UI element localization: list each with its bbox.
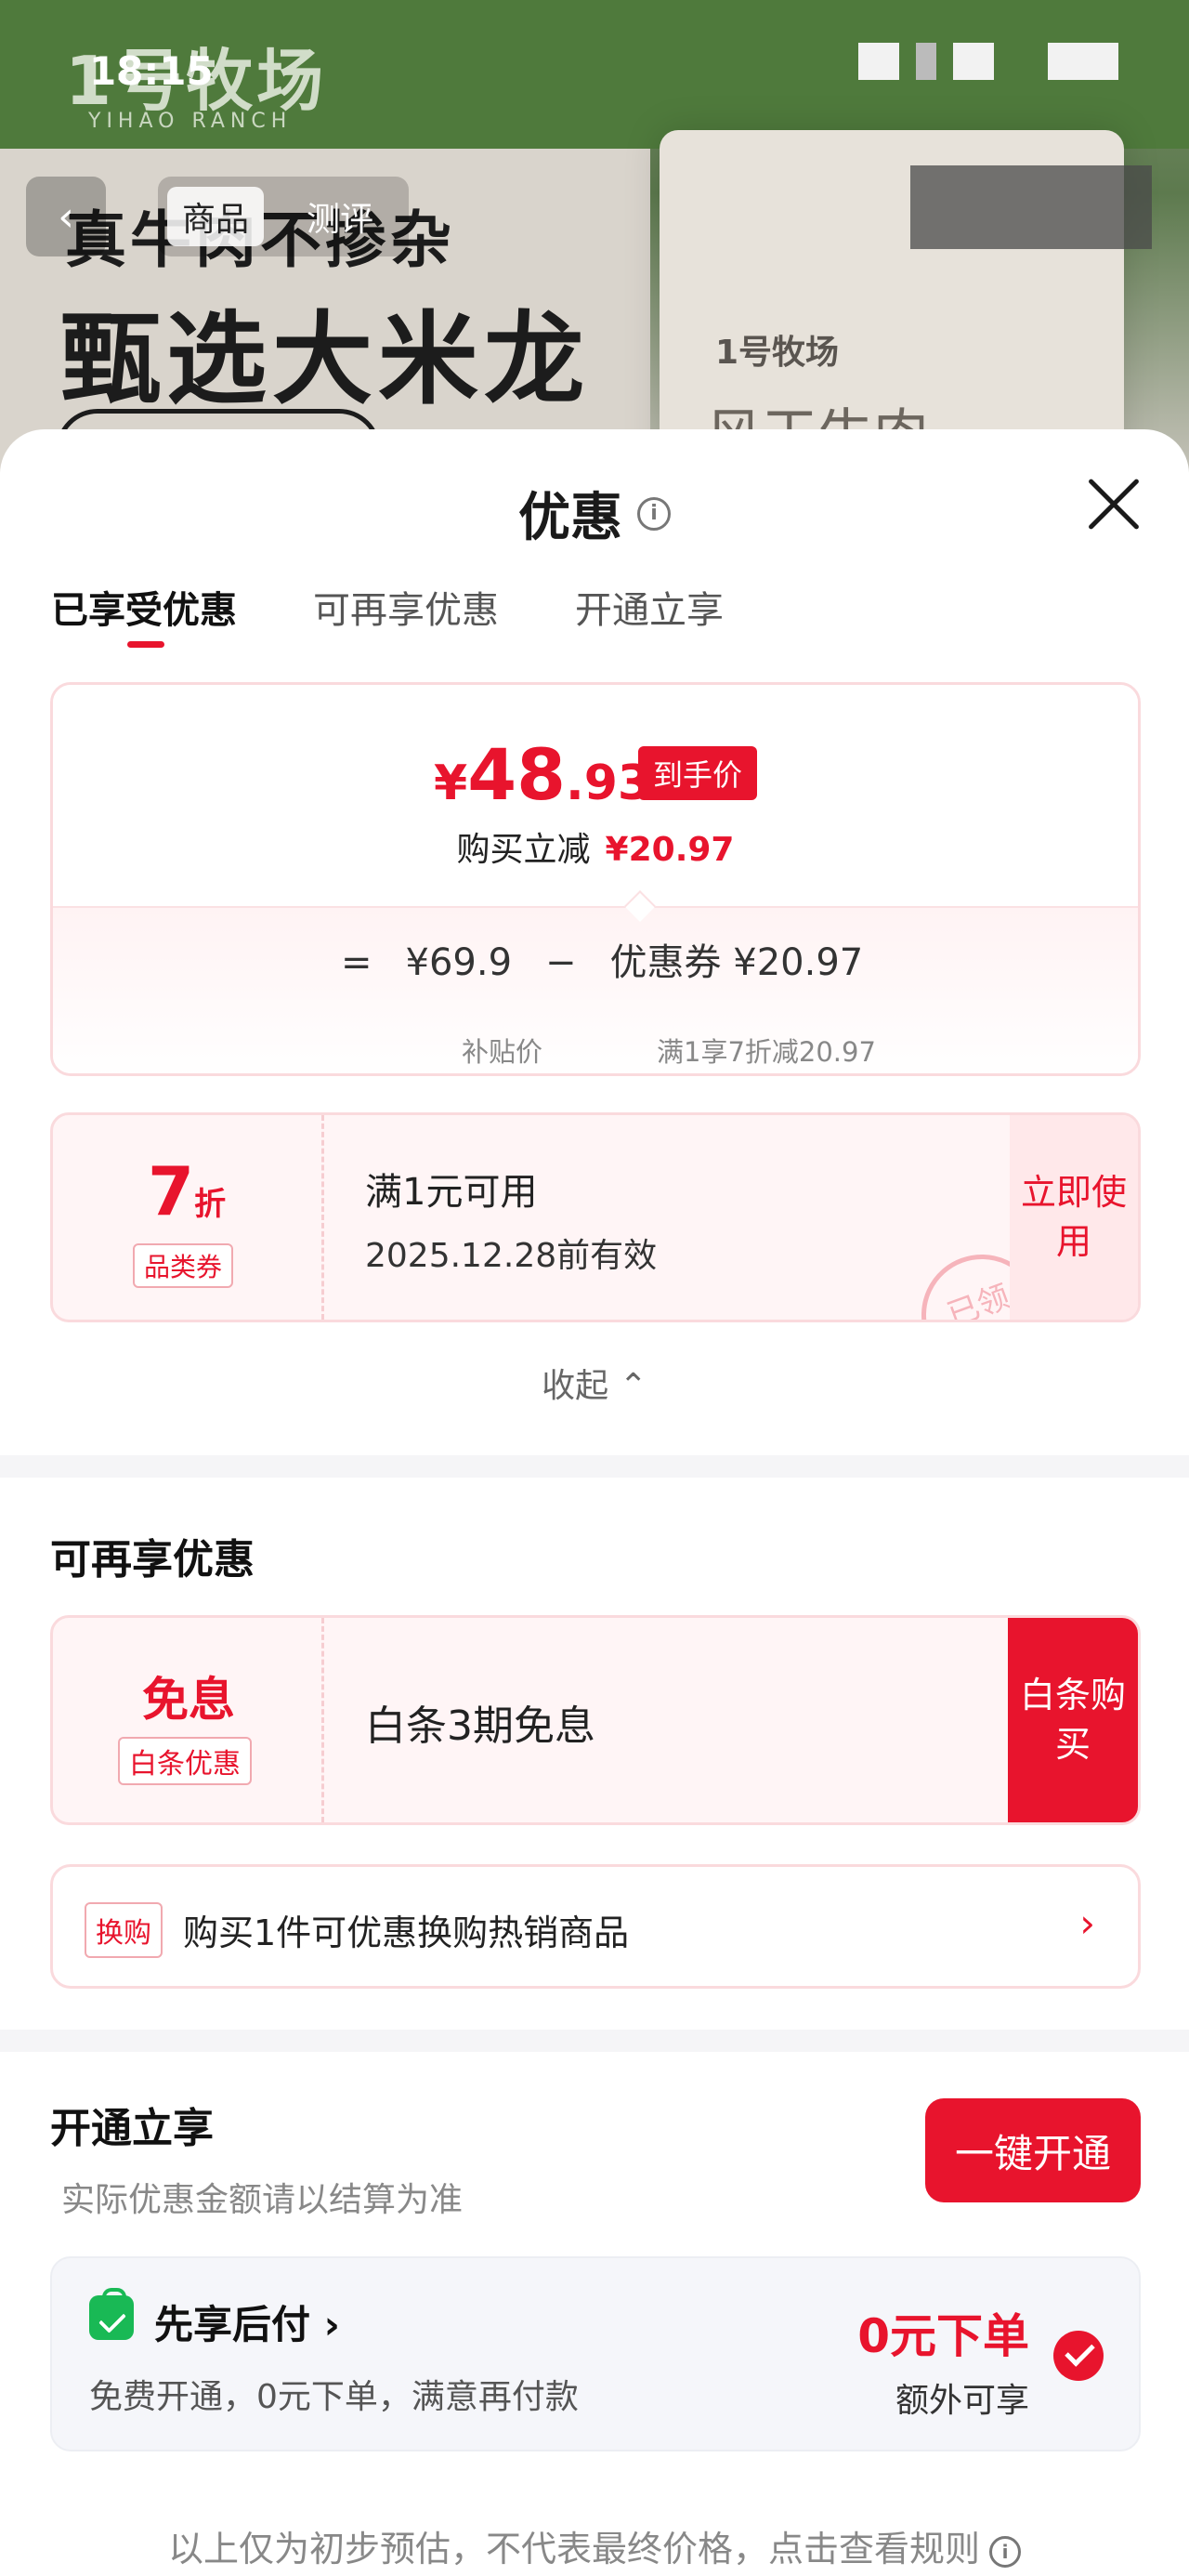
redacted-block <box>910 165 1152 249</box>
final-price-tag: 到手价 <box>638 746 758 800</box>
price-formula: = ¥69.9 − 优惠券 ¥20.97 补贴价 满1享7折减20.97 <box>53 906 1138 1073</box>
reduce-line: 购买立减 ¥20.97 <box>456 831 735 869</box>
info-icon[interactable]: i <box>637 496 671 531</box>
subsidy-price: ¥69.9 <box>405 941 513 984</box>
chevron-left-icon: ‹ <box>58 192 74 241</box>
brand-logo-sub: YIHAO RANCH <box>88 110 293 133</box>
section-divider-2 <box>0 2030 1189 2052</box>
sheet-header: 优惠 i <box>0 476 1189 551</box>
one-click-open-button[interactable]: 一键开通 <box>925 2098 1141 2202</box>
bag-logo: 1号牧场 <box>715 334 840 372</box>
category-coupon: 7折 品类券 满1元可用 2025.12.28前有效 已领 立即使用 <box>50 1112 1141 1322</box>
check-icon[interactable] <box>1053 2331 1104 2381</box>
shopping-bag-icon <box>89 2288 134 2340</box>
use-coupon-button[interactable]: 立即使用 <box>1010 1115 1138 1320</box>
close-icon[interactable] <box>1085 476 1143 533</box>
coupon-caption: 满1享7折减20.97 <box>657 1036 876 1068</box>
pay-later-highlight: 0元下单 <box>857 2309 1029 2363</box>
collapse-button[interactable]: 收起 ⌃ <box>0 1359 1189 1407</box>
sheet-title: 优惠 <box>518 488 622 548</box>
status-icons <box>858 43 1118 80</box>
baitiao-name: 免息 <box>142 1673 235 1727</box>
coupon-condition: 满1元可用 <box>365 1171 538 1214</box>
baitiao-offer: 免息 白条优惠 白条3期免息 白条购买 <box>50 1615 1141 1825</box>
nav-tab-product[interactable]: 商品 <box>167 187 265 246</box>
equals-sign: = <box>341 941 372 984</box>
open-section-subtitle: 实际优惠金额请以结算为准 <box>61 2181 464 2219</box>
tab-enjoyed[interactable]: 已享受优惠 <box>51 580 237 648</box>
discount-sheet: 优惠 i 已享受优惠 可再享优惠 开通立享 ¥48.93 到手价 购买立减 ¥20… <box>0 429 1189 2576</box>
nav-tab-review[interactable]: 测评 <box>292 187 388 246</box>
coupon-amount: 优惠券 ¥20.97 <box>609 941 864 984</box>
minus-sign: − <box>545 941 577 984</box>
coupon-discount: 7折 <box>148 1152 227 1230</box>
status-time: 18:15 <box>89 48 214 94</box>
final-price: ¥48.93 <box>434 733 652 816</box>
banner-headline-2: 甄选大米龙 <box>60 302 591 418</box>
coupon-validity: 2025.12.28前有效 <box>365 1237 658 1275</box>
back-button[interactable]: ‹ <box>26 177 106 256</box>
network-icon <box>953 43 994 80</box>
subsidy-caption: 补贴价 <box>462 1036 543 1068</box>
price-card: ¥48.93 到手价 购买立减 ¥20.97 = ¥69.9 − 优惠券 ¥20.… <box>50 682 1141 1076</box>
pay-later-desc: 免费开通，0元下单，满意再付款 <box>89 2378 579 2416</box>
chevron-right-icon: › <box>1079 1900 1095 1946</box>
product-nav-tabs: 商品 测评 <box>158 177 409 256</box>
signal-icon <box>858 43 899 80</box>
tab-more[interactable]: 可再享优惠 <box>313 580 499 634</box>
section-divider <box>0 1455 1189 1478</box>
info-icon: i <box>989 2535 1021 2568</box>
pay-later-card[interactable]: 先享后付 › 免费开通，0元下单，满意再付款 0元下单 额外可享 <box>50 2256 1141 2451</box>
swap-text: 购买1件可优惠换购热销商品 <box>183 1912 630 1953</box>
chevron-up-icon: ⌃ <box>619 1367 647 1405</box>
more-discount-title: 可再享优惠 <box>50 1536 255 1584</box>
battery-icon <box>1048 43 1118 80</box>
wifi-icon <box>916 43 936 80</box>
rules-note[interactable]: 以上仅为初步预估，不代表最终价格，点击查看规则 i <box>0 2520 1189 2571</box>
swap-offer[interactable]: 换购 购买1件可优惠换购热销商品 › <box>50 1864 1141 1989</box>
coupon-type-tag: 品类券 <box>133 1243 234 1288</box>
swap-tag: 换购 <box>85 1902 163 1958</box>
sheet-tabs: 已享受优惠 可再享优惠 开通立享 <box>51 580 724 648</box>
pay-later-title: 先享后付 › <box>154 2302 340 2347</box>
baitiao-buy-button[interactable]: 白条购买 <box>1008 1618 1138 1822</box>
baitiao-desc: 白条3期免息 <box>365 1702 595 1750</box>
baitiao-tag: 白条优惠 <box>118 1737 252 1785</box>
open-section-title: 开通立享 <box>50 2105 214 2152</box>
pay-later-sub: 额外可享 <box>895 2382 1029 2420</box>
tab-open[interactable]: 开通立享 <box>575 580 724 634</box>
